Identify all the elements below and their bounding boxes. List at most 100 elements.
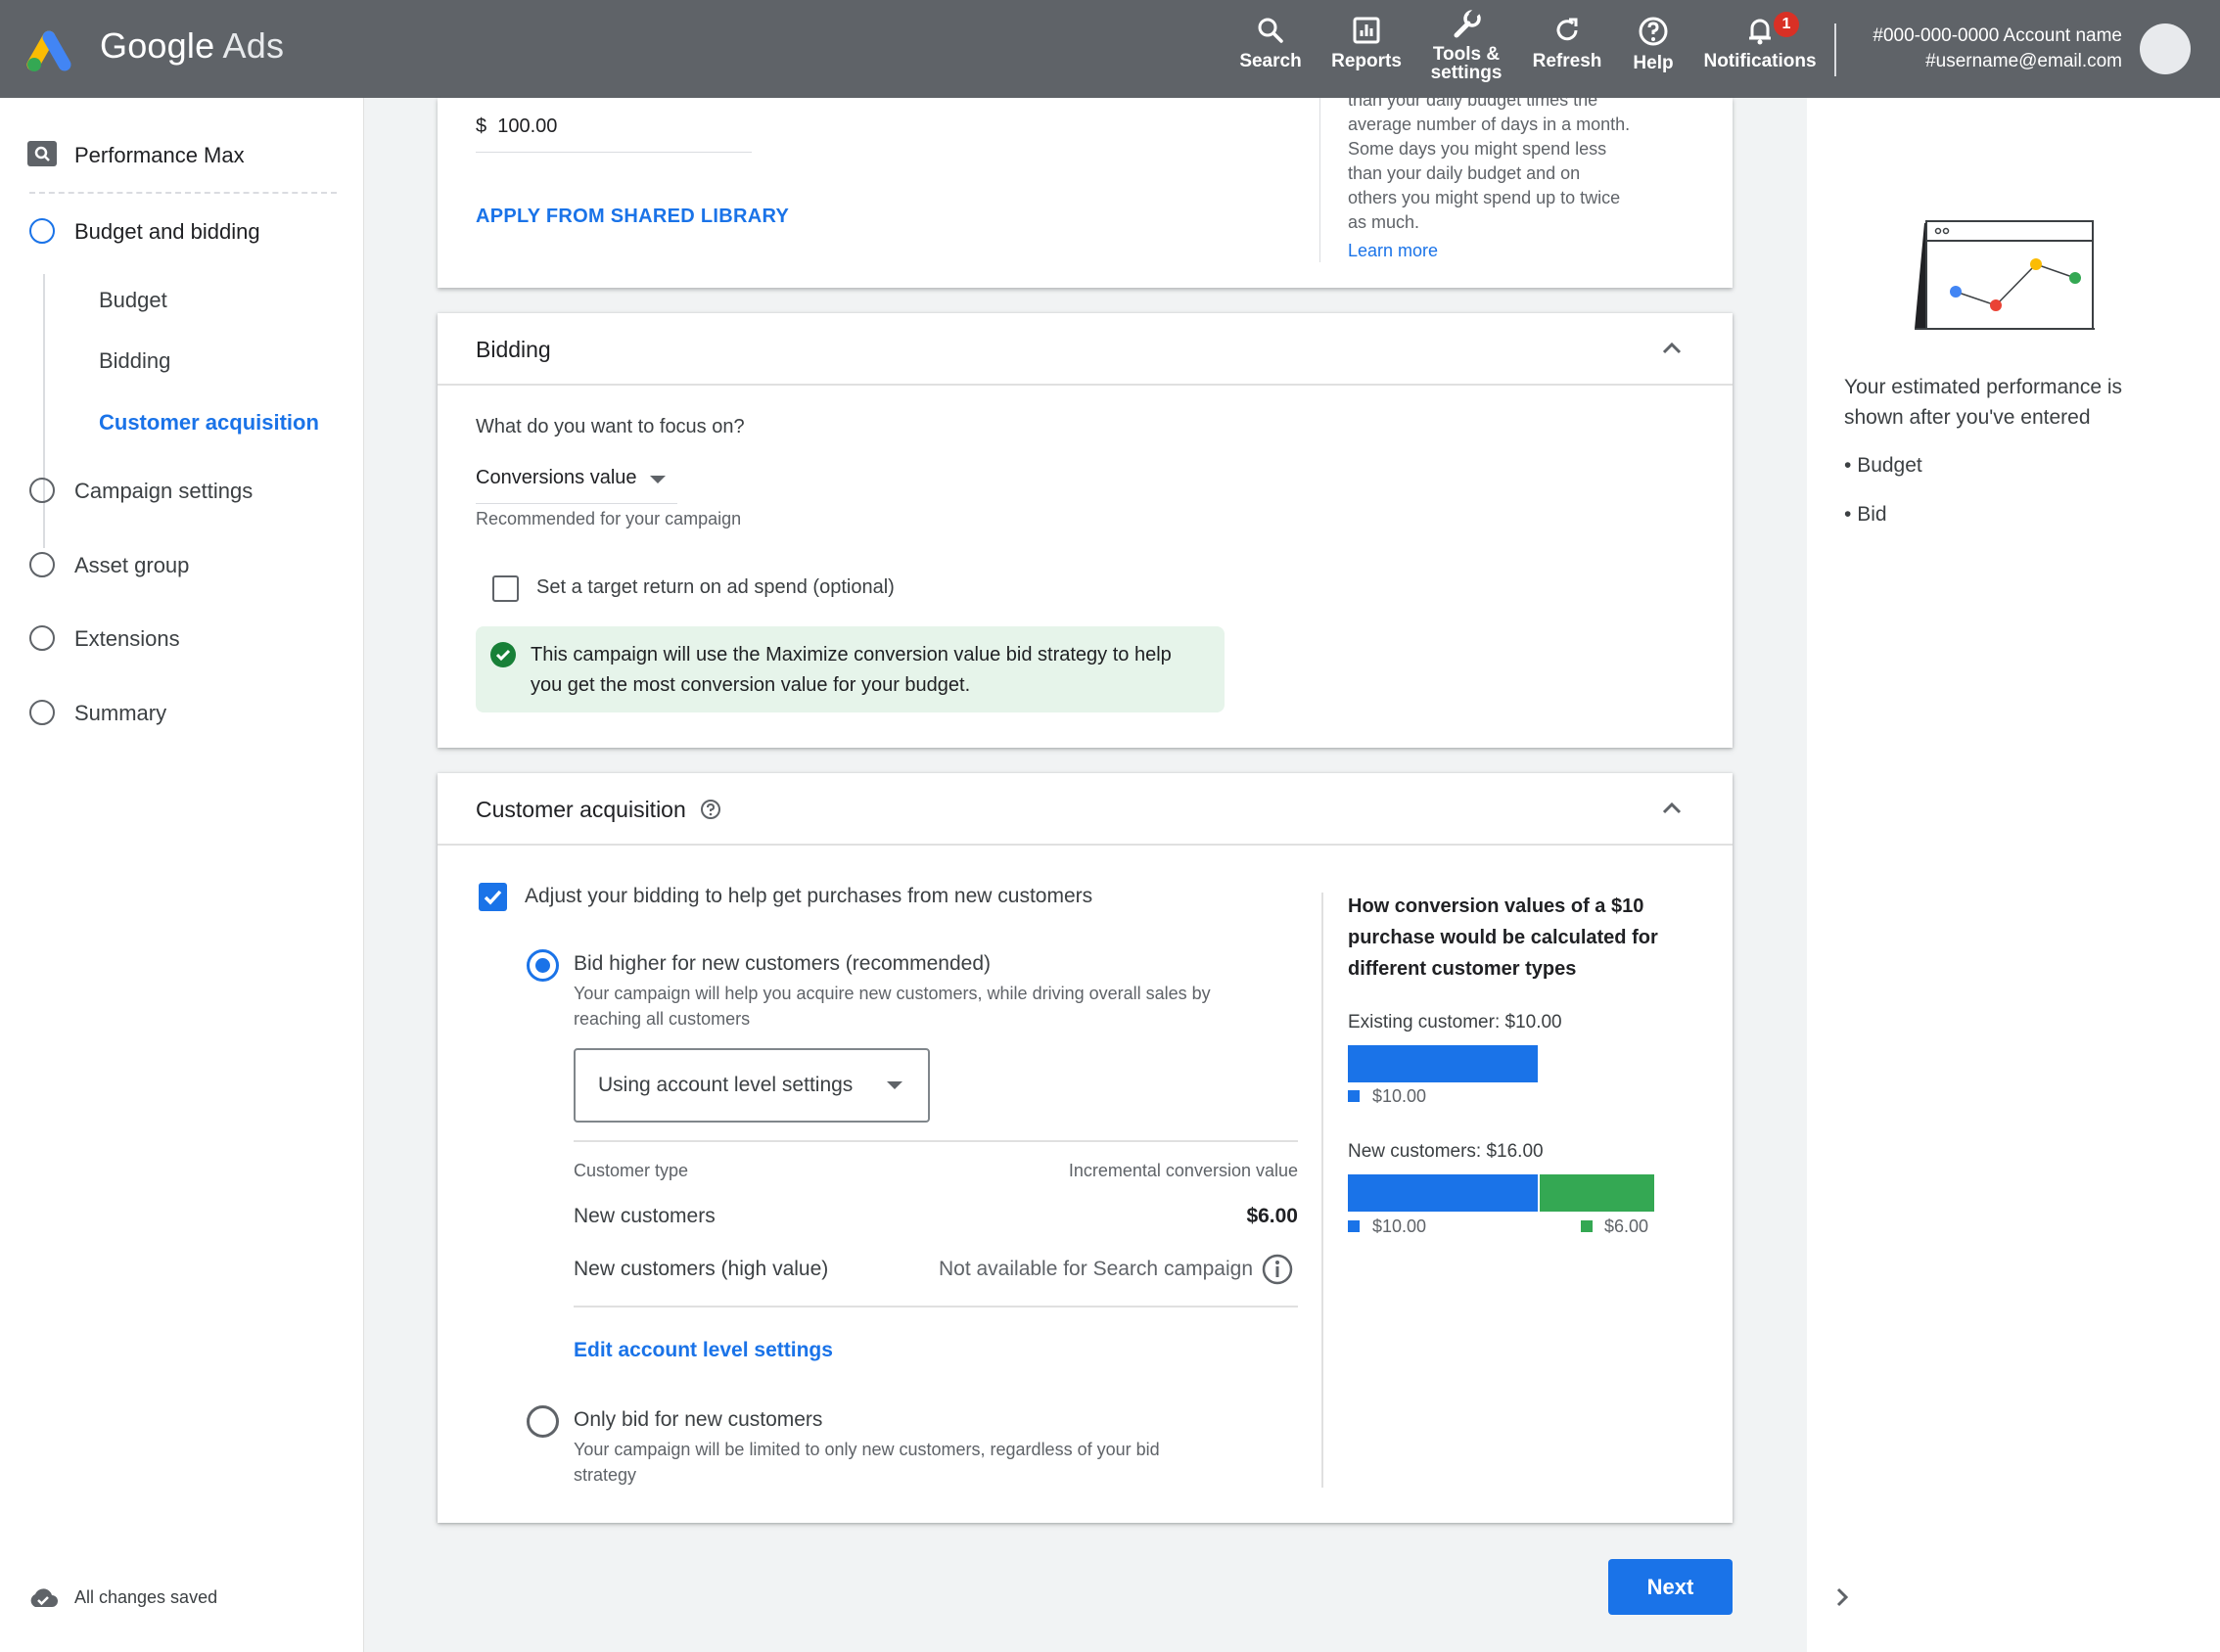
explainer-line: How conversion values of a $10	[1348, 895, 1644, 917]
acquisition-card-header[interactable]: Customer acquisition	[438, 773, 1733, 846]
row-high-value-value: Not available for Search campaign	[938, 1258, 1253, 1280]
chevron-up-icon[interactable]	[1660, 799, 1684, 818]
existing-customer-label: Existing customer: $10.00	[1348, 1012, 1562, 1032]
performance-hint: Your estimated performance is shown afte…	[1844, 372, 2122, 433]
description-line: Your campaign will be limited to only ne…	[574, 1440, 1160, 1459]
nav-tools-settings[interactable]: Tools & settings	[1425, 10, 1507, 84]
step-circle-icon	[29, 478, 55, 503]
brand-ads: Ads	[222, 25, 285, 66]
row-new-customers-value: $6.00	[1246, 1205, 1298, 1227]
new-customers-label: New customers: $16.00	[1348, 1141, 1544, 1162]
account-email: #username@email.com	[1925, 51, 2122, 71]
nav-divider	[29, 192, 337, 194]
budget-help-line: than your daily budget times the	[1348, 90, 1598, 110]
budget-card: $ 100.00 APPLY FROM SHARED LIBRARY than …	[438, 90, 1733, 288]
description-line: strategy	[574, 1465, 637, 1485]
chevron-right-icon[interactable]	[1832, 1585, 1852, 1609]
nav-step-label: Budget and bidding	[74, 219, 260, 244]
budget-help-divider	[1319, 98, 1320, 262]
nav-substep-customer-acquisition[interactable]: Customer acquisition	[99, 410, 319, 436]
hint-bullet-text: Budget	[1857, 454, 1922, 477]
campaign-type-icon	[27, 141, 57, 166]
avatar[interactable]	[2140, 23, 2191, 74]
settings-level-value: Using account level settings	[598, 1074, 854, 1096]
help-circle-icon[interactable]	[700, 799, 721, 820]
nav-notifications[interactable]: 1 Notifications	[1699, 12, 1821, 90]
adjust-bidding-checkbox[interactable]	[479, 883, 507, 911]
customer-acquisition-card: Customer acquisition Adjust your bidding…	[438, 773, 1733, 1523]
budget-input-underline	[476, 152, 752, 153]
nav-substep-budget[interactable]: Budget	[99, 288, 167, 313]
budget-help-line: Some days you might spend less	[1348, 139, 1607, 159]
bell-icon	[1749, 19, 1771, 45]
info-line: This campaign will use the Maximize conv…	[531, 644, 1172, 665]
existing-legend-value: $10.00	[1372, 1086, 1427, 1106]
google-ads-logo	[26, 30, 71, 71]
performance-chart-illustration	[1915, 220, 2095, 330]
performance-panel: Your estimated performance is shown afte…	[1807, 98, 2220, 1652]
top-app-bar: Google Ads Search Reports Tools & settin…	[0, 0, 2220, 98]
chevron-up-icon[interactable]	[1660, 339, 1684, 358]
bidding-card: Bidding What do you want to focus on? Co…	[438, 313, 1733, 748]
bidding-card-title: Bidding	[476, 337, 551, 362]
info-icon[interactable]	[1261, 1253, 1294, 1286]
bidding-card-header[interactable]: Bidding	[438, 313, 1733, 386]
row-high-value-type: New customers (high value)	[574, 1258, 829, 1280]
nav-refresh[interactable]: Refresh	[1530, 16, 1604, 90]
cloud-done-icon	[30, 1588, 58, 1607]
dropdown-arrow-icon	[650, 476, 666, 483]
budget-help-line: as much.	[1348, 212, 1420, 232]
brand-name[interactable]: Google Ads	[100, 25, 284, 67]
nav-help[interactable]: Help	[1629, 16, 1678, 90]
settings-level-dropdown[interactable]: Using account level settings	[574, 1048, 930, 1123]
nav-substep-bidding[interactable]: Bidding	[99, 348, 170, 374]
focus-dropdown[interactable]: Conversions value	[476, 467, 677, 504]
account-info[interactable]: #000-000-0000 Account name #username@ema…	[1873, 23, 2122, 74]
refresh-icon	[1556, 18, 1578, 41]
budget-help-line: others you might spend up to twice	[1348, 188, 1621, 207]
step-circle-icon	[29, 625, 55, 651]
row-new-customers-type: New customers	[574, 1205, 716, 1227]
explainer-line: different customer types	[1348, 958, 1577, 980]
target-roas-checkbox[interactable]	[492, 575, 519, 602]
table-bottom-divider	[574, 1306, 1298, 1308]
hint-bullet: • Bid	[1844, 503, 1887, 526]
wrench-icon	[1454, 10, 1481, 38]
table-header-incremental-value: Incremental conversion value	[1068, 1161, 1298, 1180]
only-new-customers-radio[interactable]	[527, 1405, 559, 1438]
nav-reports[interactable]: Reports	[1327, 16, 1406, 90]
save-status-label: All changes saved	[74, 1587, 218, 1607]
hint-bullet: • Budget	[1844, 454, 1922, 477]
budget-amount-input[interactable]: $ 100.00	[476, 115, 557, 138]
nav-search[interactable]: Search	[1235, 16, 1306, 90]
left-navigation: Performance Max Budget and bidding Budge…	[0, 98, 364, 1652]
bid-strategy-info: This campaign will use the Maximize conv…	[476, 626, 1225, 712]
nav-search-label: Search	[1239, 51, 1302, 71]
learn-more-link[interactable]: Learn more	[1348, 241, 1438, 261]
currency-symbol: $	[476, 115, 487, 137]
explainer-line: purchase would be calculated for	[1348, 927, 1658, 948]
only-new-customers-title: Only bid for new customers	[574, 1408, 823, 1431]
edit-account-settings-link[interactable]: Edit account level settings	[574, 1339, 833, 1362]
nav-step-label: Asset group	[74, 553, 190, 577]
next-button[interactable]: Next	[1608, 1559, 1733, 1615]
new-customer-extra-bar	[1539, 1174, 1654, 1212]
target-roas-label: Set a target return on ad spend (optiona…	[536, 576, 895, 598]
search-icon	[1258, 18, 1283, 43]
description-line: Your campaign will help you acquire new …	[574, 984, 1211, 1003]
explainer-heading: How conversion values of a $10 purchase …	[1348, 891, 1658, 985]
checkmark-icon	[484, 890, 502, 905]
table-top-divider	[574, 1140, 1298, 1142]
header-divider	[1834, 23, 1836, 76]
substep-line	[43, 274, 45, 548]
acquisition-card-title: Customer acquisition	[476, 797, 721, 823]
nav-step-label: Campaign settings	[74, 479, 254, 503]
bid-higher-radio[interactable]	[527, 949, 559, 982]
nav-notifications-label: Notifications	[1703, 51, 1817, 71]
nav-reports-label: Reports	[1331, 51, 1402, 71]
legend-swatch-base	[1348, 1090, 1360, 1102]
new-legend-base-value: $10.00	[1372, 1216, 1427, 1236]
hint-line: shown after you've entered	[1844, 406, 2091, 429]
new-legend-extra-value: $6.00	[1604, 1216, 1649, 1236]
apply-shared-library-link[interactable]: APPLY FROM SHARED LIBRARY	[476, 206, 789, 228]
